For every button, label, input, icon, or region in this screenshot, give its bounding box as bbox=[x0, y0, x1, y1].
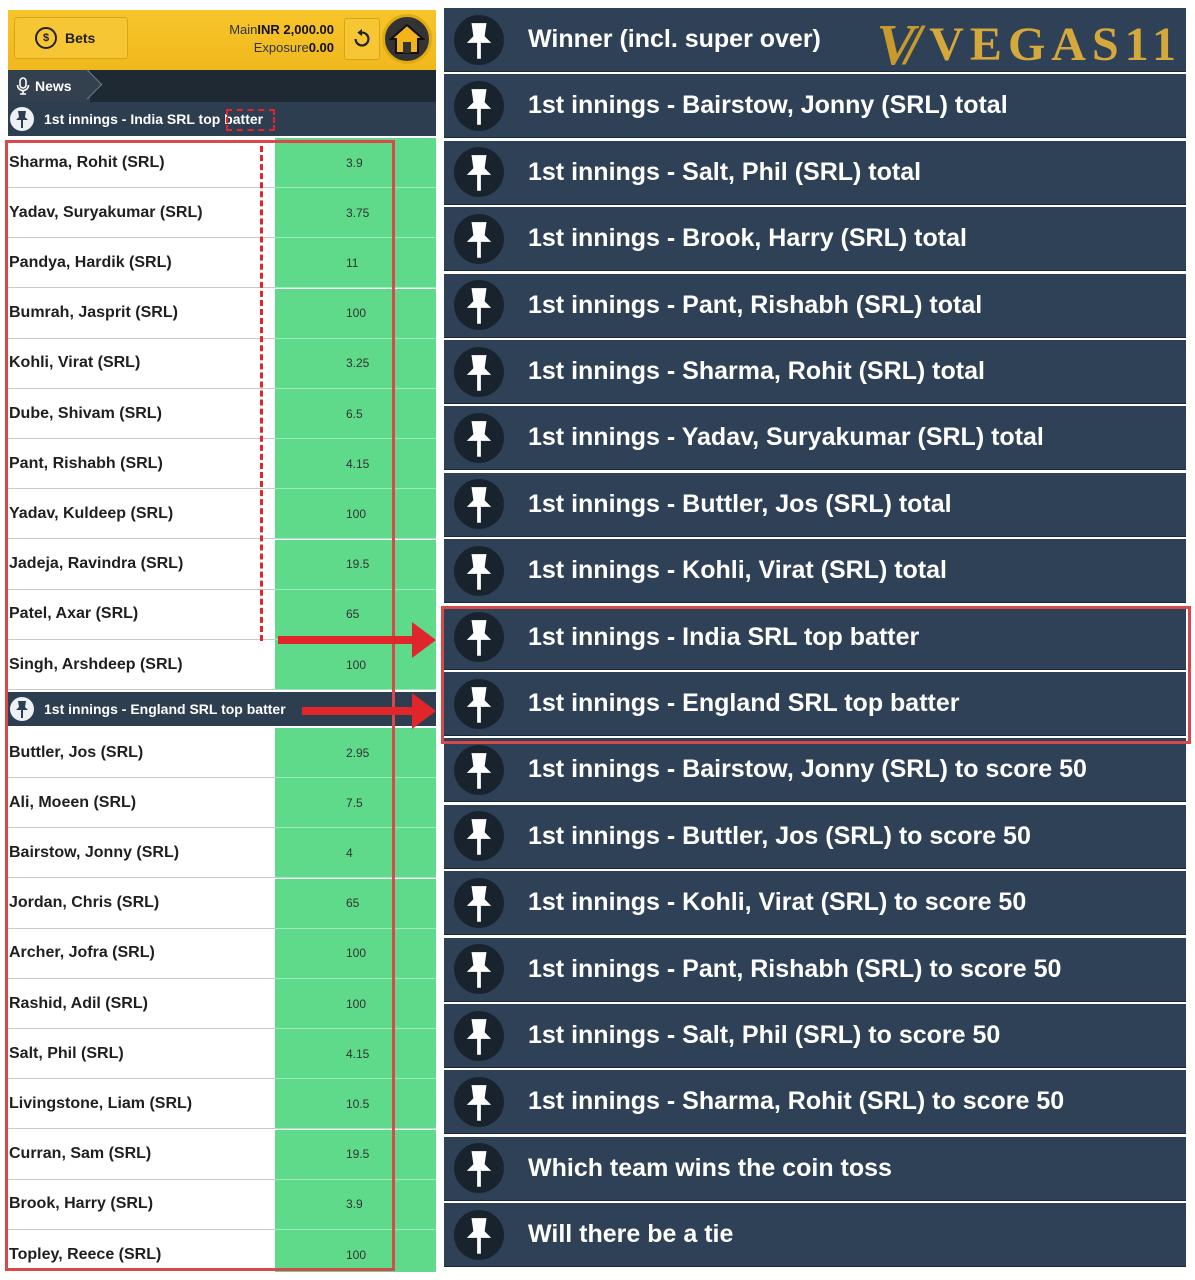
news-bar: News bbox=[8, 70, 436, 102]
annotation-dashed-line bbox=[260, 146, 263, 641]
top-bar: $ Bets MainINR 2,000.00 Exposure0.00 bbox=[8, 10, 436, 70]
pin-icon[interactable] bbox=[454, 80, 504, 131]
market-list-label: 1st innings - Salt, Phil (SRL) to score … bbox=[528, 1021, 1001, 1049]
pin-icon[interactable] bbox=[454, 346, 504, 397]
pin-icon[interactable] bbox=[454, 744, 504, 795]
market-list-item[interactable]: 1st innings - Sharma, Rohit (SRL) to sco… bbox=[444, 1070, 1186, 1135]
refresh-button[interactable] bbox=[344, 18, 380, 60]
bets-button[interactable]: $ Bets bbox=[14, 17, 128, 59]
pin-icon[interactable] bbox=[454, 412, 504, 463]
pin-icon[interactable] bbox=[454, 877, 504, 928]
logo-text: VEGAS11 bbox=[929, 17, 1182, 71]
home-icon bbox=[389, 23, 425, 54]
market-list-label: 1st innings - Kohli, Virat (SRL) to scor… bbox=[528, 888, 1027, 917]
annotation-dashed-box bbox=[226, 109, 275, 131]
market-list-item[interactable]: 1st innings - Yadav, Suryakumar (SRL) to… bbox=[444, 406, 1186, 471]
market-list-label: 1st innings - Kohli, Virat (SRL) total bbox=[528, 556, 947, 585]
pin-icon[interactable] bbox=[454, 944, 504, 995]
market-list-label: 1st innings - Sharma, Rohit (SRL) total bbox=[528, 357, 985, 385]
logo-mark: V/ bbox=[876, 11, 921, 77]
exposure-value: 0.00 bbox=[308, 40, 334, 55]
market-list-label: Winner (incl. super over) bbox=[528, 25, 821, 53]
market-list-label: 1st innings - Brook, Harry (SRL) total bbox=[528, 224, 967, 253]
refresh-icon bbox=[354, 28, 370, 47]
market-list-label: 1st innings - Sharma, Rohit (SRL) to sco… bbox=[528, 1087, 1065, 1116]
pin-icon[interactable] bbox=[454, 14, 504, 65]
market-list-item[interactable]: 1st innings - Buttler, Jos (SRL) to scor… bbox=[444, 804, 1186, 869]
market-list-label: 1st innings - Salt, Phil (SRL) total bbox=[528, 157, 922, 186]
market-list-item[interactable]: 1st innings - Kohli, Virat (SRL) to scor… bbox=[444, 871, 1186, 936]
annotation-box-highlight bbox=[441, 606, 1191, 744]
pin-icon[interactable] bbox=[454, 147, 504, 198]
market-list-item[interactable]: Which team wins the coin toss bbox=[444, 1136, 1186, 1201]
vegas11-logo: V/ VEGAS11 bbox=[876, 12, 1182, 77]
microphone-icon bbox=[16, 77, 30, 95]
pin-icon[interactable] bbox=[10, 107, 34, 131]
market-header-india[interactable]: 1st innings - India SRL top batter bbox=[8, 102, 436, 136]
market-list-item[interactable]: 1st innings - Bairstow, Jonny (SRL) to s… bbox=[444, 738, 1186, 803]
market-list-item[interactable]: 1st innings - Pant, Rishabh (SRL) to sco… bbox=[444, 937, 1186, 1002]
balance-display: MainINR 2,000.00 Exposure0.00 bbox=[229, 21, 334, 57]
pin-icon[interactable] bbox=[454, 1010, 504, 1061]
home-button[interactable] bbox=[380, 10, 434, 68]
annotation-box bbox=[5, 140, 395, 1271]
market-list-item[interactable]: 1st innings - Pant, Rishabh (SRL) total bbox=[444, 273, 1186, 338]
pin-icon[interactable] bbox=[454, 280, 504, 331]
market-list-label: 1st innings - Pant, Rishabh (SRL) to sco… bbox=[528, 954, 1062, 983]
market-list-item[interactable]: 1st innings - Salt, Phil (SRL) to score … bbox=[444, 1004, 1186, 1068]
market-list-item[interactable]: 1st innings - Salt, Phil (SRL) total bbox=[444, 140, 1186, 205]
market-list-item[interactable]: 1st innings - Buttler, Jos (SRL) total bbox=[444, 472, 1186, 537]
annotation-arrow bbox=[302, 693, 436, 729]
market-list-label: Which team wins the coin toss bbox=[528, 1153, 892, 1182]
pin-icon[interactable] bbox=[454, 811, 504, 862]
pin-icon[interactable] bbox=[454, 545, 504, 596]
main-label: Main bbox=[229, 22, 258, 37]
market-list-item[interactable]: 1st innings - Kohli, Virat (SRL) total bbox=[444, 539, 1186, 604]
news-tab[interactable]: News bbox=[8, 70, 90, 102]
main-balance: INR 2,000.00 bbox=[257, 22, 334, 37]
exposure-label: Exposure bbox=[253, 40, 309, 55]
market-list-item[interactable]: Will there be a tie bbox=[444, 1203, 1186, 1268]
market-list-label: 1st innings - Bairstow, Jonny (SRL) to s… bbox=[528, 755, 1087, 784]
market-list-label: 1st innings - Bairstow, Jonny (SRL) tota… bbox=[528, 91, 1008, 120]
market-list-label: Will there be a tie bbox=[528, 1220, 734, 1249]
annotation-arrow bbox=[278, 622, 436, 658]
pin-icon[interactable] bbox=[454, 1209, 504, 1260]
pin-icon[interactable] bbox=[454, 213, 504, 264]
market-list-item[interactable]: 1st innings - Sharma, Rohit (SRL) total bbox=[444, 340, 1186, 404]
market-list-label: 1st innings - Buttler, Jos (SRL) total bbox=[528, 489, 952, 518]
coin-icon: $ bbox=[35, 27, 57, 49]
market-list-item[interactable]: 1st innings - Bairstow, Jonny (SRL) tota… bbox=[444, 74, 1186, 139]
market-list-label: 1st innings - Buttler, Jos (SRL) to scor… bbox=[528, 821, 1031, 850]
pin-icon[interactable] bbox=[454, 1076, 504, 1127]
market-list-label: 1st innings - Pant, Rishabh (SRL) total bbox=[528, 290, 983, 319]
bets-label: Bets bbox=[65, 30, 96, 46]
news-label: News bbox=[35, 78, 72, 94]
pin-icon[interactable] bbox=[454, 1143, 504, 1194]
pin-icon[interactable] bbox=[454, 479, 504, 530]
market-list-item[interactable]: 1st innings - Brook, Harry (SRL) total bbox=[444, 207, 1186, 272]
market-list-label: 1st innings - Yadav, Suryakumar (SRL) to… bbox=[528, 423, 1044, 452]
